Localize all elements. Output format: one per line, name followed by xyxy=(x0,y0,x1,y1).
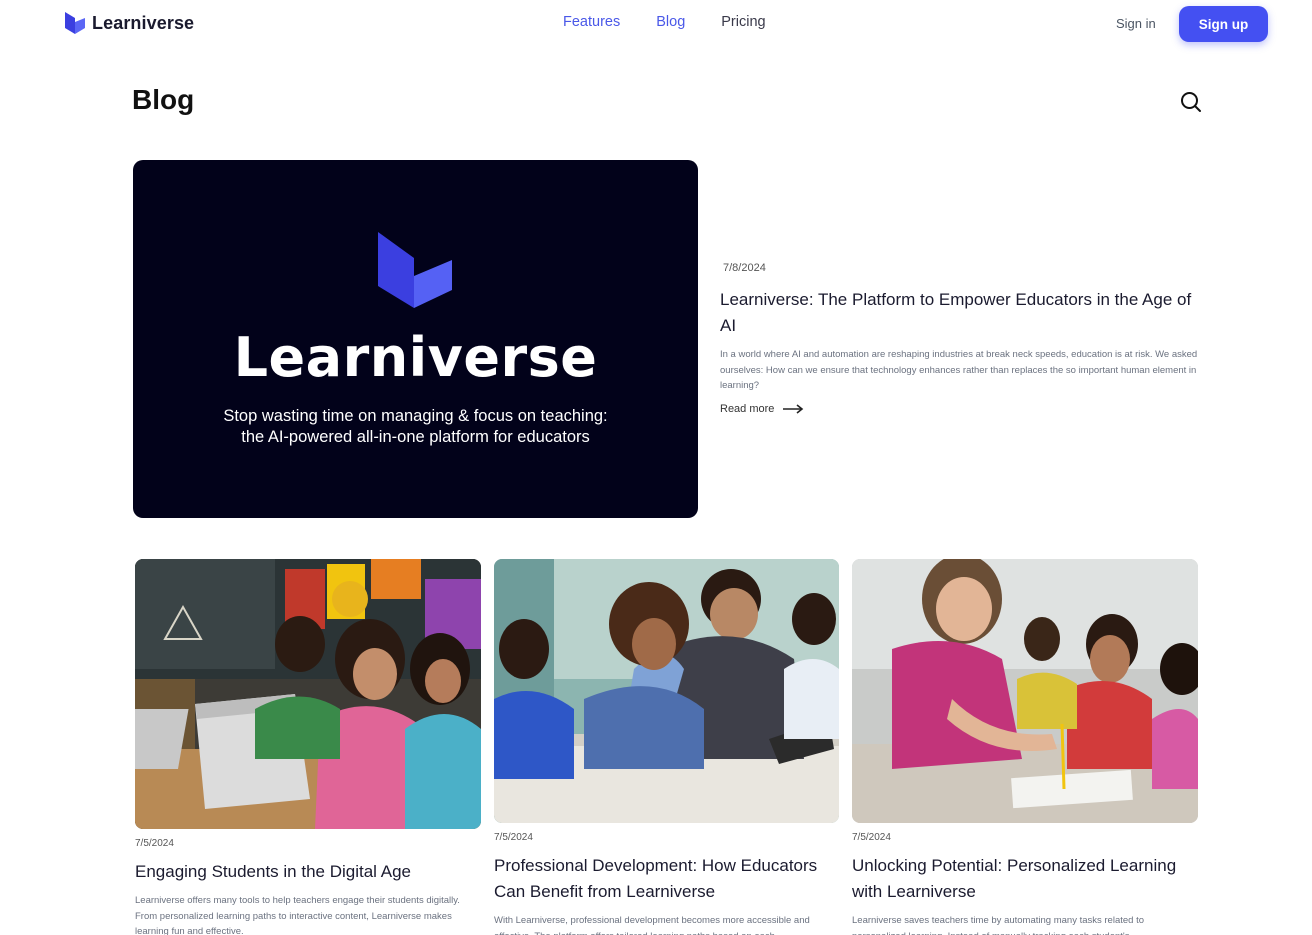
teacher-with-writing-students-image xyxy=(852,559,1198,823)
post-excerpt: Learniverse saves teachers time by autom… xyxy=(852,915,1145,935)
personalized-learning-photo[interactable] xyxy=(852,559,1198,823)
learniverse-logo-icon xyxy=(65,12,85,34)
post-excerpt: With Learniverse, professional developme… xyxy=(494,915,810,935)
blog-card[interactable]: 7/5/2024 Unlocking Potential: Personaliz… xyxy=(852,559,1198,935)
post-title[interactable]: Professional Development: How Educators … xyxy=(494,853,834,905)
nav-pricing[interactable]: Pricing xyxy=(721,14,765,30)
post-title[interactable]: Unlocking Potential: Personalized Learni… xyxy=(852,853,1192,905)
nav-blog[interactable]: Blog xyxy=(656,14,685,30)
sign-up-button[interactable]: Sign up xyxy=(1179,6,1268,42)
blog-card[interactable]: 7/5/2024 Engaging Students in the Digita… xyxy=(135,559,481,935)
brand-name: Learniverse xyxy=(92,12,195,33)
page-title: Blog xyxy=(132,84,195,115)
featured-image-wordmark: Learniverse xyxy=(233,326,598,389)
read-more-link[interactable]: Read more xyxy=(720,403,804,415)
post-date: 7/5/2024 xyxy=(494,832,533,843)
sign-in-link[interactable]: Sign in xyxy=(1116,16,1156,31)
classroom-laptops-photo[interactable] xyxy=(135,559,481,829)
search-button[interactable] xyxy=(1178,89,1204,115)
post-date: 7/5/2024 xyxy=(135,838,174,849)
students-with-laptops-image xyxy=(135,559,481,829)
arrow-right-icon xyxy=(783,404,804,414)
featured-image-tagline: Stop wasting time on managing & focus on… xyxy=(223,407,608,446)
post-date: 7/5/2024 xyxy=(852,832,891,843)
brand-logo-link[interactable]: Learniverse xyxy=(64,11,194,35)
nav-features[interactable]: Features xyxy=(563,14,620,30)
featured-post-title[interactable]: Learniverse: The Platform to Empower Edu… xyxy=(720,287,1200,339)
post-title[interactable]: Engaging Students in the Digital Age xyxy=(135,859,475,885)
search-icon xyxy=(1181,92,1201,112)
featured-post-excerpt: In a world where AI and automation are r… xyxy=(720,349,1198,391)
featured-post-date: 7/8/2024 xyxy=(723,262,766,274)
blog-card[interactable]: 7/5/2024 Professional Development: How E… xyxy=(494,559,840,935)
featured-post-image[interactable]: Learniverse Stop wasting time on managin… xyxy=(133,160,698,518)
teacher-helping-student-image xyxy=(494,559,839,823)
learniverse-logo-icon xyxy=(378,232,452,308)
professional-development-photo[interactable] xyxy=(494,559,839,823)
main-nav: Features Blog Pricing xyxy=(563,14,766,30)
site-header: Learniverse Features Blog Pricing Sign i… xyxy=(0,0,1312,48)
read-more-label: Read more xyxy=(720,403,775,415)
post-excerpt: Learniverse offers many tools to help te… xyxy=(135,895,460,935)
